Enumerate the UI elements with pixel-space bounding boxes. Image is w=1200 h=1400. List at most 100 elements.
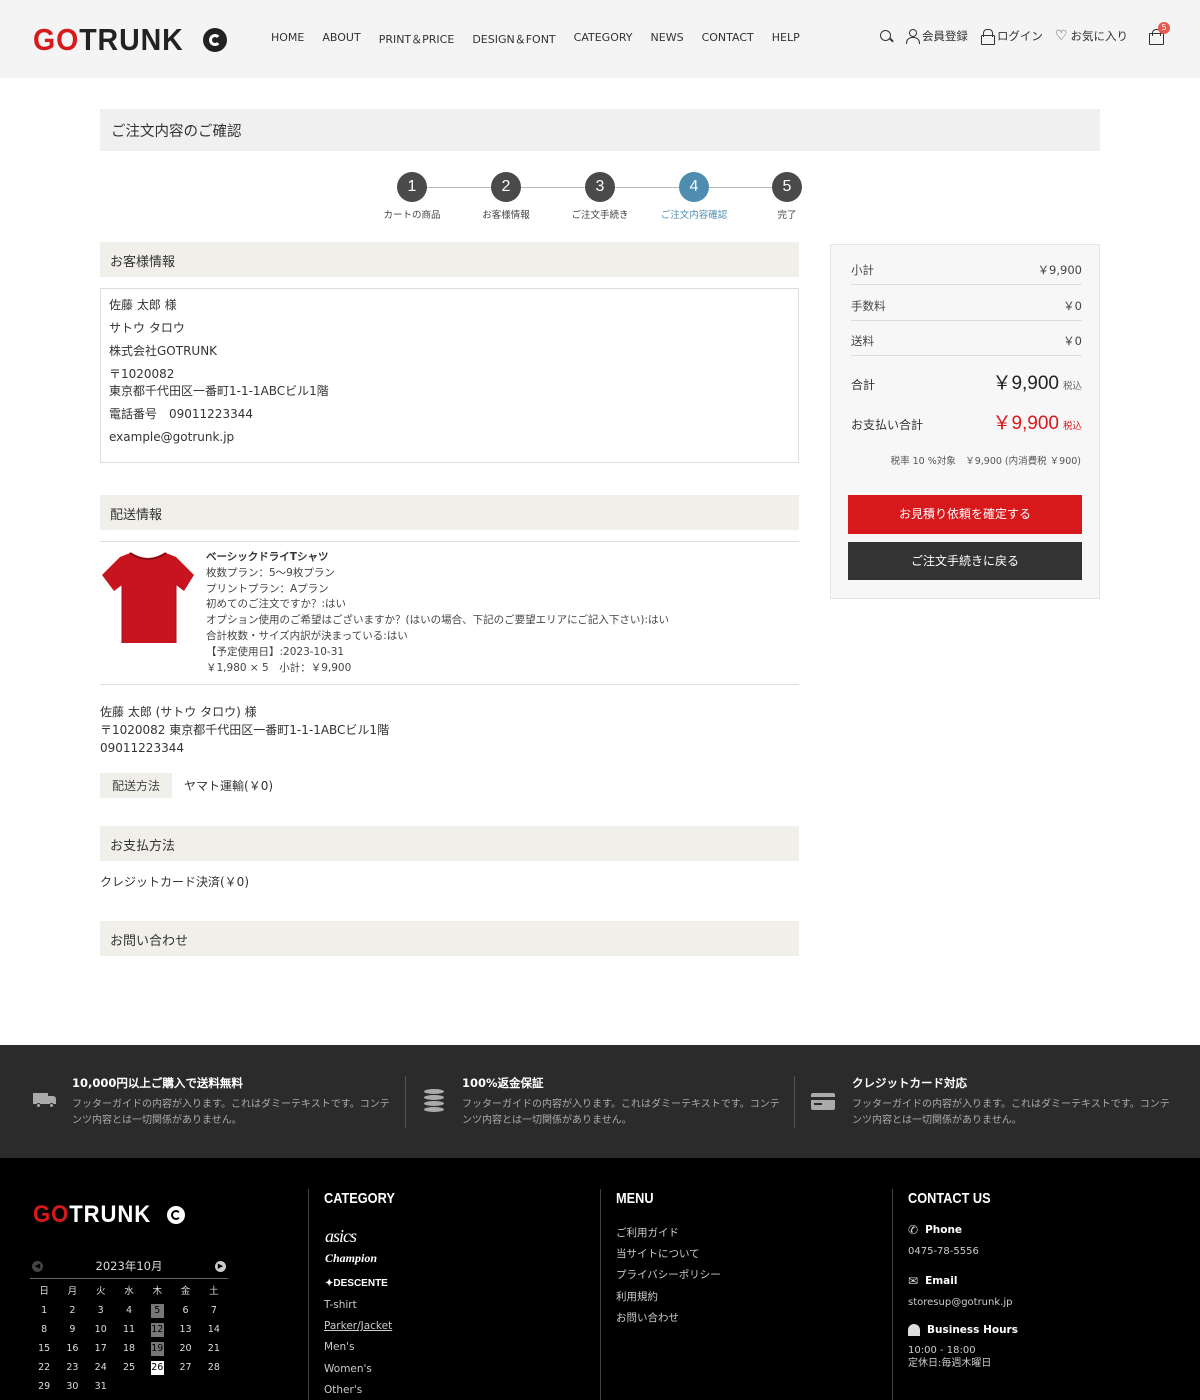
- step-number: 5: [772, 172, 802, 202]
- contact-title: CONTACT US: [908, 1190, 991, 1207]
- total-value: ￥9,900: [992, 373, 1059, 394]
- category-link[interactable]: Other's: [324, 1380, 392, 1400]
- customer-zip: 〒1020082: [109, 367, 175, 381]
- product-price-line: ￥1,980 × 5 小計：￥9,900: [206, 661, 352, 674]
- nav-design-font[interactable]: DESIGN＆FONT: [472, 31, 555, 47]
- recipient-name: 佐藤 太郎 (サトウ タロウ) 様: [100, 705, 257, 719]
- step-number: 2: [491, 172, 521, 202]
- logo-mark-icon: [202, 28, 227, 52]
- truck-icon: [33, 1093, 57, 1108]
- menu-link[interactable]: プライバシーポリシー: [616, 1265, 721, 1286]
- menu-link[interactable]: 当サイトについて: [616, 1244, 721, 1265]
- customer-company: 株式会社GOTRUNK: [109, 344, 218, 358]
- menu-list: ご利用ガイド 当サイトについて プライバシーポリシー 利用規約 お問い合わせ: [616, 1223, 721, 1329]
- calendar-day: 14: [207, 1324, 220, 1335]
- cart-count-badge: 5: [1158, 22, 1170, 34]
- brand-asics[interactable]: asics: [325, 1226, 357, 1247]
- nav-help[interactable]: HELP: [772, 31, 800, 47]
- calendar-day: 7: [210, 1305, 217, 1316]
- calendar-weekday: 火: [95, 1286, 106, 1297]
- customer-address: 東京都千代田区一番町1-1-1ABCビル1階: [109, 384, 329, 398]
- calendar-day: 18: [122, 1343, 136, 1354]
- order-summary: 小計 ￥9,900 手数料 ￥0 送料 ￥0 合計 ￥9,900 税込 お支払い合計 ￥9,…: [830, 244, 1100, 599]
- calendar-prev-icon[interactable]: ◀: [32, 1260, 43, 1272]
- calendar-day: 16: [66, 1343, 79, 1354]
- login-label: ログイン: [996, 29, 1043, 43]
- product-detail: オプション使用のご希望はございますか？(はいの場合、下記のご要望エリアにご記入下…: [206, 614, 670, 627]
- brand-descente-label: DESCENTE: [333, 1278, 388, 1289]
- heart-icon: ♡: [1054, 28, 1068, 44]
- contact-phone: ✆ Phone 0475-78-5556: [908, 1223, 979, 1258]
- nav-contact[interactable]: CONTACT: [702, 31, 754, 47]
- favorites-label: お気に入り: [1070, 29, 1129, 43]
- calendar-weekday: 月: [67, 1286, 78, 1297]
- register-link[interactable]: 会員登録: [905, 28, 968, 44]
- step-5: 5 完了: [742, 172, 832, 221]
- fee-row: 手数料 ￥0: [851, 298, 1082, 321]
- step-3: 3 ご注文手続き: [555, 172, 645, 221]
- hours-time: 10:00 - 18:00: [908, 1345, 976, 1356]
- calendar-day: 8: [41, 1324, 48, 1335]
- nav-category[interactable]: CATEGORY: [574, 31, 633, 47]
- calendar-weekday: 金: [180, 1286, 191, 1297]
- brand-champion[interactable]: Champion: [325, 1251, 377, 1266]
- category-link[interactable]: Parker/Jacket: [324, 1316, 392, 1337]
- guide-title: 10,000円以上ご購入で送料無料: [72, 1076, 243, 1090]
- step-4-current: 4 ご注文内容確認: [649, 172, 739, 221]
- payment-total-row: お支払い合計 ￥9,900 税込: [851, 408, 1082, 435]
- site-logo[interactable]: GOTRUNK: [33, 22, 227, 57]
- divider: [892, 1189, 893, 1400]
- calendar-weekday: 水: [124, 1286, 134, 1297]
- calendar-day: 22: [38, 1362, 51, 1373]
- calendar-day: 3: [97, 1305, 104, 1316]
- fee-label: 手数料: [851, 299, 886, 313]
- subtotal-value: ￥9,900: [1037, 263, 1082, 277]
- menu-link[interactable]: 利用規約: [616, 1287, 721, 1308]
- confirm-quote-button[interactable]: お見積り依頼を確定する: [848, 495, 1082, 534]
- cart-icon[interactable]: 5: [1148, 22, 1170, 45]
- back-to-checkout-button[interactable]: ご注文手続きに戻る: [848, 542, 1082, 580]
- category-title: CATEGORY: [324, 1190, 395, 1207]
- menu-link[interactable]: ご利用ガイド: [616, 1223, 721, 1244]
- calendar-day: 29: [38, 1381, 51, 1392]
- search-icon[interactable]: [879, 29, 893, 43]
- calendar-next-icon[interactable]: ▶: [215, 1260, 226, 1272]
- category-link[interactable]: T-shirt: [324, 1295, 392, 1316]
- customer-name: 佐藤 太郎 様: [109, 298, 177, 312]
- brand-descente[interactable]: ✦DESCENTE: [325, 1278, 388, 1289]
- calendar-weekday: 日: [39, 1286, 49, 1297]
- page-title: ご注文内容のご確認: [100, 109, 1100, 151]
- step-label: 完了: [777, 210, 797, 221]
- category-link[interactable]: Men's: [324, 1337, 392, 1358]
- site-header: GOTRUNK HOME ABOUT PRINT＆PRICE DESIGN＆FO…: [0, 0, 1200, 78]
- nav-about[interactable]: ABOUT: [322, 31, 360, 47]
- customer-kana: サトウ タロウ: [109, 321, 185, 335]
- product-detail: プリントプラン：Aプラン: [206, 582, 329, 595]
- menu-link[interactable]: お問い合わせ: [616, 1308, 721, 1329]
- divider: [100, 541, 799, 542]
- login-link[interactable]: ログイン: [980, 28, 1043, 45]
- nav-print-price[interactable]: PRINT＆PRICE: [379, 31, 455, 47]
- calendar-grid: 日月火水木金土 1 2 3 4 5 6 7 8 9 10 11 12 13 14 15 16 17 18 19 20 21…: [30, 1285, 228, 1394]
- footer-logo[interactable]: GOTRUNK: [33, 1201, 186, 1229]
- customer-section-heading: お客様情報: [100, 242, 799, 277]
- credit-card-icon: [811, 1093, 835, 1110]
- user-icon: [905, 29, 920, 44]
- calendar-day: 19: [150, 1342, 164, 1356]
- guide-item-shipping: 10,000円以上ご購入で送料無料 フッターガイドの内容が入ります。これはダミー…: [72, 1075, 392, 1129]
- category-link[interactable]: Women's: [324, 1359, 392, 1380]
- nav-home[interactable]: HOME: [271, 31, 304, 47]
- calendar-day: 26: [150, 1361, 164, 1375]
- favorites-link[interactable]: ♡ お気に入り: [1055, 28, 1128, 44]
- payment-total-value: ￥9,900: [992, 413, 1059, 434]
- footer-guide: 10,000円以上ご購入で送料無料 フッターガイドの内容が入ります。これはダミー…: [0, 1045, 1200, 1158]
- phone-value: 0475-78-5556: [908, 1246, 979, 1257]
- nav-news[interactable]: NEWS: [651, 31, 684, 47]
- phone-icon: ✆: [908, 1223, 919, 1237]
- menu-title: MENU: [616, 1190, 654, 1207]
- customer-email: example@gotrunk.jp: [109, 430, 235, 444]
- calendar-day: 28: [207, 1362, 220, 1373]
- fee-value: ￥0: [1063, 299, 1082, 313]
- hours-value: 10:00 - 18:00 定休日:毎週木曜日: [908, 1344, 1018, 1370]
- shipping-fee-label: 送料: [851, 334, 874, 348]
